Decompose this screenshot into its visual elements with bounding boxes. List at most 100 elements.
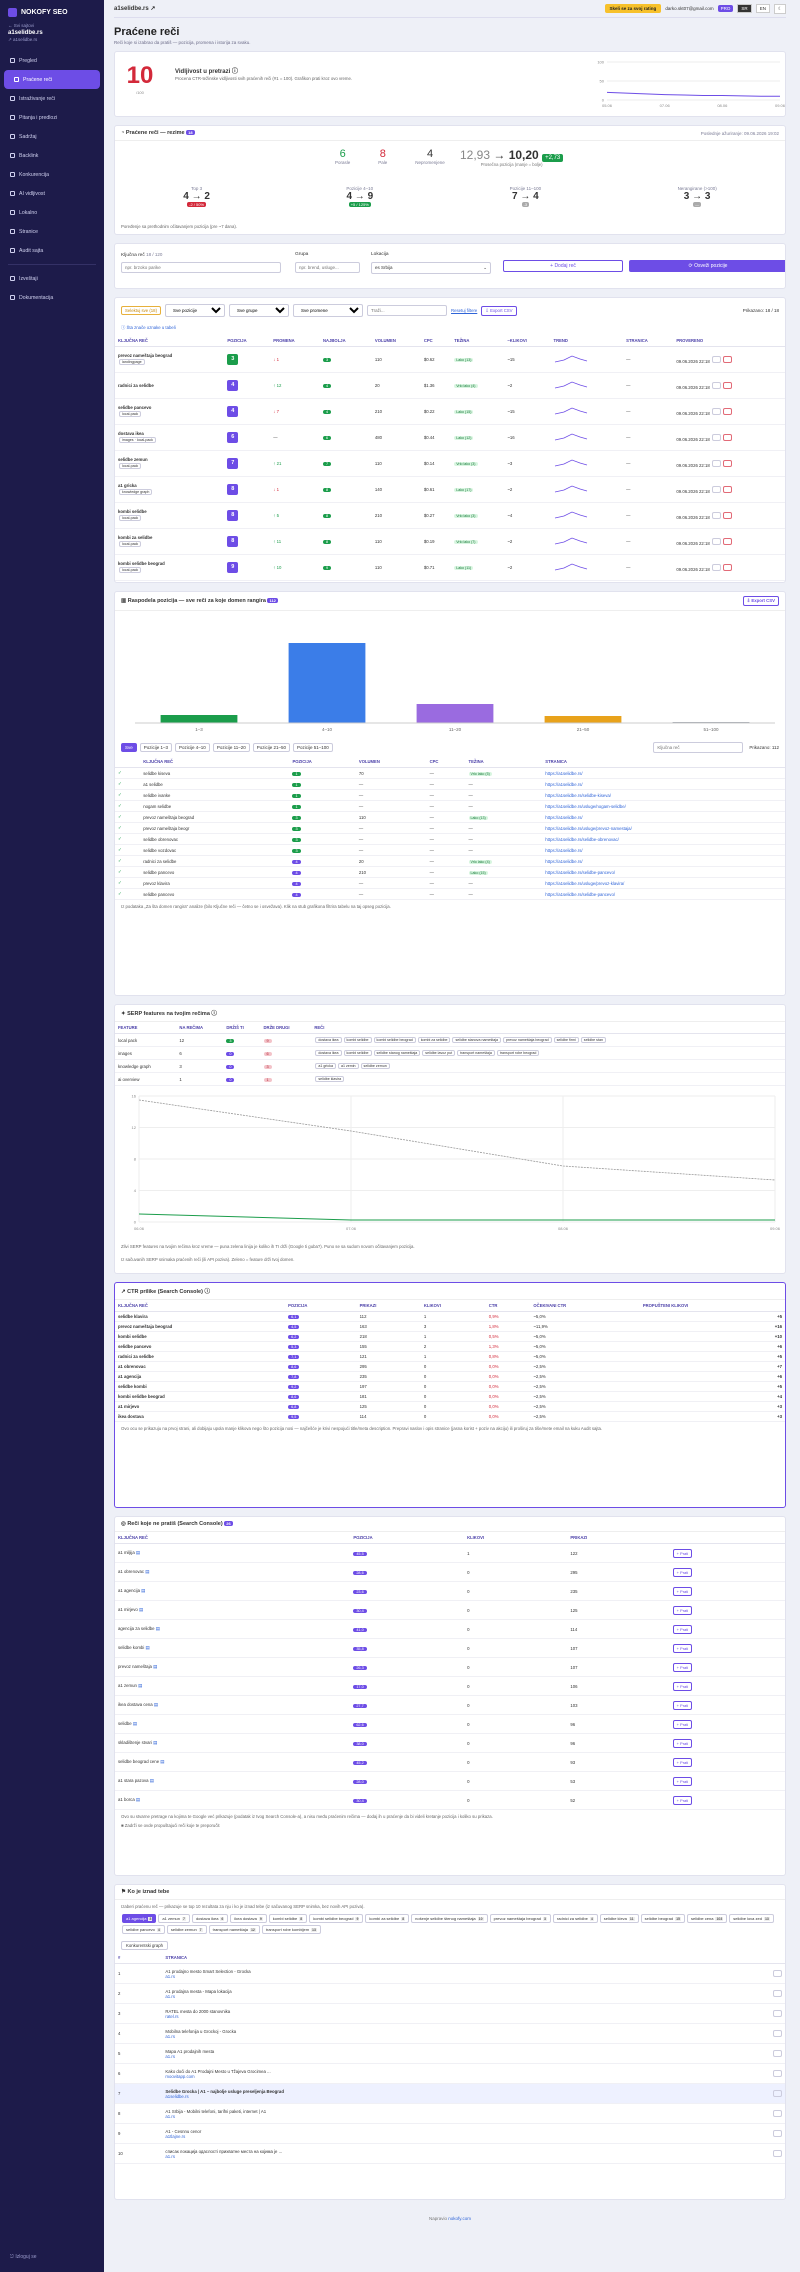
position-filter[interactable]: Sve pozicije	[165, 304, 226, 317]
column-header[interactable]: KLJUČNA REČ	[115, 1532, 351, 1544]
keyword-chip[interactable]: ikea dostava 9	[230, 1914, 267, 1923]
delete-button[interactable]	[722, 381, 732, 389]
column-header[interactable]: PROVERENO	[673, 335, 785, 347]
sidebar-item-istra-ivanje-re-i[interactable]: Istraživanje reči	[0, 89, 104, 108]
footer-brand-link[interactable]: nokofy.com	[448, 2216, 471, 2221]
distribution-tab[interactable]: Pozicije 51–100	[293, 743, 333, 752]
info-icon[interactable]: ⓘ	[211, 1011, 217, 1017]
track-button[interactable]: + Prati	[672, 1776, 693, 1786]
track-button[interactable]: + Prati	[672, 1624, 693, 1634]
legend-hint-link[interactable]: ⓘ Šta znače oznake u tabeli	[115, 323, 785, 335]
chart-icon[interactable]: ▤	[159, 1759, 164, 1764]
page-link[interactable]: https://a1selidbe.rs/	[542, 778, 785, 790]
distribution-tab[interactable]: Pozicije 1–3	[139, 743, 173, 752]
column-header[interactable]	[669, 1532, 785, 1544]
delete-button[interactable]	[722, 355, 732, 363]
history-button[interactable]	[711, 407, 721, 415]
page-link[interactable]: https://a1selidbe.rs/	[542, 844, 785, 856]
keyword-chip[interactable]: transport nameštaja 12	[208, 1925, 260, 1934]
compare-button[interactable]	[773, 1989, 782, 1997]
track-button[interactable]: + Prati	[672, 1643, 693, 1653]
group-input[interactable]	[295, 262, 360, 273]
chart-icon[interactable]: ▤	[140, 1588, 145, 1593]
distribution-tab[interactable]: Pozicije 4–10	[175, 743, 210, 752]
chart-icon[interactable]: ▤	[152, 1664, 157, 1669]
page-link[interactable]: https://a1selidbe.rs/	[542, 855, 785, 867]
distribution-tab[interactable]: Sve	[121, 743, 137, 752]
keyword-name[interactable]: dostava ikea	[118, 431, 221, 436]
chart-icon[interactable]: ▤	[137, 1683, 142, 1688]
keyword-chip[interactable]: selidbe kleva 11	[599, 1914, 639, 1923]
distribution-search[interactable]	[653, 742, 744, 753]
compare-button[interactable]	[773, 2149, 782, 2157]
track-button[interactable]: + Prati	[672, 1719, 693, 1729]
keyword-chip[interactable]: prevoz nameštaja beograd 3	[489, 1914, 551, 1923]
refresh-positions-button[interactable]: ⟳ Osveži pozicije	[629, 260, 785, 272]
row-check-icon[interactable]: ✓	[115, 888, 141, 900]
group-filter[interactable]: Sve grupe	[229, 304, 290, 317]
delete-button[interactable]	[722, 537, 732, 545]
column-header[interactable]: KLIKOVI	[464, 1532, 568, 1544]
topbar-site[interactable]: a1selidbe.rs ↗	[114, 5, 155, 12]
info-icon[interactable]: ⓘ	[204, 1289, 210, 1295]
chart-icon[interactable]: ▤	[144, 1645, 149, 1650]
keyword-chip[interactable]: a1 agencija 8	[122, 1914, 157, 1923]
keyword-name[interactable]: radnici za selidbe	[118, 383, 221, 388]
keyword-chip[interactable]: selidbe beograd 15	[640, 1914, 685, 1923]
column-header[interactable]: REČI	[311, 1022, 785, 1034]
column-header[interactable]: PRIKAZI	[356, 1300, 421, 1312]
add-keyword-button[interactable]: + Dodaj reč	[503, 260, 623, 272]
keyword-name[interactable]: selidbe pancevo	[118, 405, 221, 410]
keyword-name[interactable]: selidbe zemun	[118, 457, 221, 462]
column-header[interactable]: ~KLIKOVI	[504, 335, 551, 347]
compare-button[interactable]	[773, 2109, 782, 2117]
delete-button[interactable]	[722, 563, 732, 571]
row-check-icon[interactable]: ✓	[115, 778, 141, 790]
track-button[interactable]: + Prati	[672, 1586, 693, 1596]
delete-button[interactable]	[722, 407, 732, 415]
sidebar-item-sadr-aj[interactable]: Sadržaj	[0, 127, 104, 146]
chart-icon[interactable]: ▤	[135, 1550, 140, 1555]
sidebar-item-audit-sajta[interactable]: Audit sajta	[0, 241, 104, 260]
sidebar-item-pregled[interactable]: Pregled	[0, 51, 104, 70]
compare-button[interactable]	[773, 2129, 782, 2137]
keyword-chip[interactable]: selidbe pancevo 4	[122, 1925, 165, 1934]
compare-button[interactable]	[773, 2009, 782, 2017]
track-button[interactable]: + Prati	[672, 1567, 693, 1577]
column-header[interactable]: POZICIJA	[224, 335, 271, 347]
compare-button[interactable]	[773, 2029, 782, 2037]
history-button[interactable]	[711, 381, 721, 389]
row-check-icon[interactable]: ✓	[115, 855, 141, 867]
column-header[interactable]: DRŽE DRUGI	[260, 1022, 312, 1034]
track-button[interactable]: + Prati	[672, 1795, 693, 1805]
chart-icon[interactable]: ▤	[149, 1778, 154, 1783]
keyword-input[interactable]	[121, 262, 281, 273]
column-header[interactable]: NA REČIMA	[176, 1022, 224, 1034]
column-header[interactable]: DRŽIŠ TI	[223, 1022, 261, 1034]
column-header[interactable]: POZICIJA	[289, 756, 356, 768]
track-button[interactable]: + Prati	[672, 1605, 693, 1615]
keyword-chip[interactable]: kombi za selidbe 8	[365, 1914, 410, 1923]
distribution-tab[interactable]: Pozicije 21–50	[252, 743, 291, 752]
page-link[interactable]: https://a1selidbe.rs/	[542, 767, 785, 779]
keyword-chip[interactable]: a1 zemun 7	[158, 1914, 190, 1923]
track-button[interactable]: + Prati	[672, 1757, 693, 1767]
track-button[interactable]: + Prati	[672, 1738, 693, 1748]
keyword-chip[interactable]: selidbe cena 103	[686, 1914, 728, 1923]
delete-button[interactable]	[722, 511, 732, 519]
page-link[interactable]: https://a1selidbe.rs/selidbe-pancevo/	[542, 888, 785, 900]
column-header[interactable]: PROPUŠTENI KLIKOVI	[639, 1300, 785, 1312]
page-link[interactable]: https://a1selidbe.rs/selidbe-obrenovac/	[542, 833, 785, 845]
competitor-graph-button[interactable]: Konkurentski graph	[121, 1941, 169, 1950]
track-button[interactable]: + Prati	[672, 1662, 693, 1672]
chart-icon[interactable]: ▤	[138, 1607, 143, 1612]
keyword-name[interactable]: kombi za selidbe	[118, 535, 221, 540]
row-check-icon[interactable]: ✓	[115, 767, 141, 779]
reset-filters-link[interactable]: Resetuj filtere	[451, 308, 477, 313]
page-link[interactable]: https://a1selidbe.rs/usluge/prevoz-klavi…	[542, 877, 785, 889]
row-check-icon[interactable]: ✓	[115, 822, 141, 834]
delete-button[interactable]	[722, 485, 732, 493]
keyword-name[interactable]: a1 gricka	[118, 483, 221, 488]
chart-icon[interactable]: ▤	[144, 1569, 149, 1574]
track-button[interactable]: + Prati	[672, 1548, 693, 1558]
